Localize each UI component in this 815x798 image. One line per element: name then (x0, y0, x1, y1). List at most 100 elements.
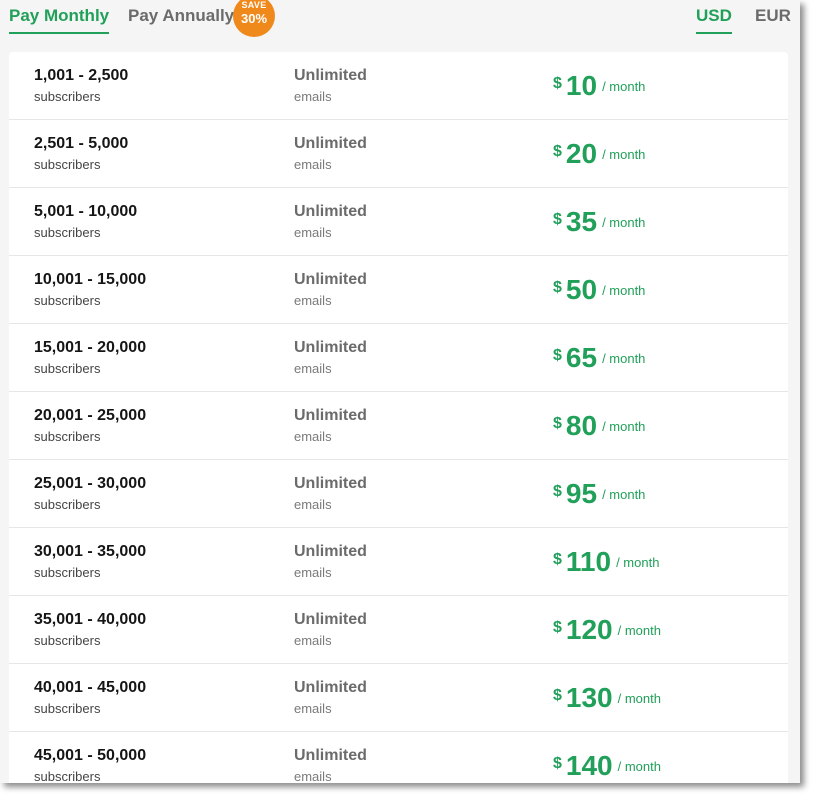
email-allowance: Unlimited emails (294, 611, 367, 648)
subscriber-tier: 10,001 - 15,000 subscribers (34, 271, 146, 308)
currency-symbol: $ (553, 143, 562, 160)
subscriber-range: 2,501 - 5,000 (34, 135, 129, 152)
currency-symbol: $ (553, 75, 562, 92)
subscriber-range: 20,001 - 25,000 (34, 407, 147, 424)
currency-symbol: $ (553, 619, 562, 636)
table-row: 15,001 - 20,000 subscribers Unlimited email… (9, 324, 788, 392)
monthly-price: $35 / month (553, 206, 645, 238)
price-period: / month (602, 215, 646, 230)
table-row: 20,001 - 25,000 subscribers Unlimited email… (9, 392, 788, 460)
email-label: emails (294, 293, 332, 308)
price-amount: 80 (565, 410, 598, 441)
subscriber-range: 45,001 - 50,000 (34, 747, 147, 764)
subscriber-label: subscribers (34, 89, 101, 104)
subscriber-label: subscribers (34, 429, 101, 444)
email-limit: Unlimited (294, 679, 367, 696)
tab-pay-annually[interactable]: Pay Annually (128, 6, 234, 32)
email-limit: Unlimited (294, 747, 367, 764)
price-amount: 10 (565, 70, 598, 101)
subscriber-tier: 5,001 - 10,000 subscribers (34, 203, 137, 240)
email-label: emails (294, 633, 332, 648)
currency-symbol: $ (553, 551, 562, 568)
currency-eur-tab[interactable]: EUR (755, 6, 791, 32)
email-label: emails (294, 89, 332, 104)
email-limit: Unlimited (294, 407, 367, 424)
email-limit: Unlimited (294, 135, 367, 152)
subscriber-label: subscribers (34, 293, 101, 308)
table-row: 1,001 - 2,500 subscribers Unlimited emails $… (9, 52, 788, 120)
pricing-panel: Pay Monthly Pay Annually SAVE 30% USD EU… (0, 0, 800, 783)
pricing-table: 1,001 - 2,500 subscribers Unlimited emails $… (9, 52, 788, 783)
email-label: emails (294, 497, 332, 512)
subscriber-label: subscribers (34, 565, 101, 580)
email-label: emails (294, 429, 332, 444)
currency-symbol: $ (553, 279, 562, 296)
currency-usd-tab[interactable]: USD (696, 6, 732, 34)
subscriber-label: subscribers (34, 701, 101, 716)
price-amount: 65 (565, 342, 598, 373)
table-row: 25,001 - 30,000 subscribers Unlimited email… (9, 460, 788, 528)
save-badge-percent: 30% (240, 11, 268, 26)
email-allowance: Unlimited emails (294, 747, 367, 783)
price-period: / month (602, 79, 646, 94)
email-limit: Unlimited (294, 203, 367, 220)
subscriber-tier: 35,001 - 40,000 subscribers (34, 611, 146, 648)
price-period: / month (616, 555, 660, 570)
price-amount: 50 (565, 274, 598, 305)
subscriber-tier: 30,001 - 35,000 subscribers (34, 543, 146, 580)
email-limit: Unlimited (294, 339, 367, 356)
save-badge-label: SAVE (241, 0, 267, 10)
email-allowance: Unlimited emails (294, 339, 367, 376)
email-label: emails (294, 701, 332, 716)
monthly-price: $65 / month (553, 342, 645, 374)
email-allowance: Unlimited emails (294, 679, 367, 716)
email-allowance: Unlimited emails (294, 203, 367, 240)
table-row: 30,001 - 35,000 subscribers Unlimited email… (9, 528, 788, 596)
subscriber-tier: 25,001 - 30,000 subscribers (34, 475, 146, 512)
pricing-toolbar: Pay Monthly Pay Annually SAVE 30% USD EU… (0, 0, 800, 52)
price-period: / month (617, 623, 661, 638)
currency-symbol: $ (553, 415, 562, 432)
price-amount: 20 (565, 138, 598, 169)
table-row: 35,001 - 40,000 subscribers Unlimited email… (9, 596, 788, 664)
email-allowance: Unlimited emails (294, 67, 367, 104)
currency-symbol: $ (553, 211, 562, 228)
subscriber-range: 25,001 - 30,000 (34, 475, 147, 492)
monthly-price: $140 / month (553, 750, 661, 782)
subscriber-tier: 45,001 - 50,000 subscribers (34, 747, 146, 783)
email-limit: Unlimited (294, 67, 367, 84)
monthly-price: $130 / month (553, 682, 661, 714)
table-row: 40,001 - 45,000 subscribers Unlimited email… (9, 664, 788, 732)
tab-pay-monthly[interactable]: Pay Monthly (9, 6, 110, 34)
price-period: / month (617, 759, 661, 774)
price-amount: 140 (565, 750, 613, 781)
monthly-price: $50 / month (553, 274, 645, 306)
email-label: emails (294, 361, 332, 376)
price-period: / month (602, 487, 646, 502)
email-limit: Unlimited (294, 543, 367, 560)
price-amount: 110 (565, 546, 612, 577)
email-label: emails (294, 769, 332, 783)
price-amount: 130 (565, 682, 613, 713)
price-amount: 120 (565, 614, 613, 645)
price-period: / month (602, 283, 646, 298)
email-limit: Unlimited (294, 475, 367, 492)
subscriber-range: 40,001 - 45,000 (34, 679, 147, 696)
email-allowance: Unlimited emails (294, 135, 367, 172)
email-label: emails (294, 565, 332, 580)
table-row: 5,001 - 10,000 subscribers Unlimited emails… (9, 188, 788, 256)
save-badge: SAVE 30% (233, 0, 275, 37)
price-amount: 95 (565, 478, 598, 509)
email-allowance: Unlimited emails (294, 407, 367, 444)
price-period: / month (617, 691, 661, 706)
price-period: / month (602, 419, 646, 434)
subscriber-tier: 15,001 - 20,000 subscribers (34, 339, 146, 376)
subscriber-tier: 1,001 - 2,500 subscribers (34, 67, 128, 104)
price-amount: 35 (565, 206, 598, 237)
email-allowance: Unlimited emails (294, 543, 367, 580)
currency-symbol: $ (553, 687, 562, 704)
subscriber-label: subscribers (34, 157, 101, 172)
subscriber-label: subscribers (34, 225, 101, 240)
monthly-price: $80 / month (553, 410, 645, 442)
email-label: emails (294, 225, 332, 240)
